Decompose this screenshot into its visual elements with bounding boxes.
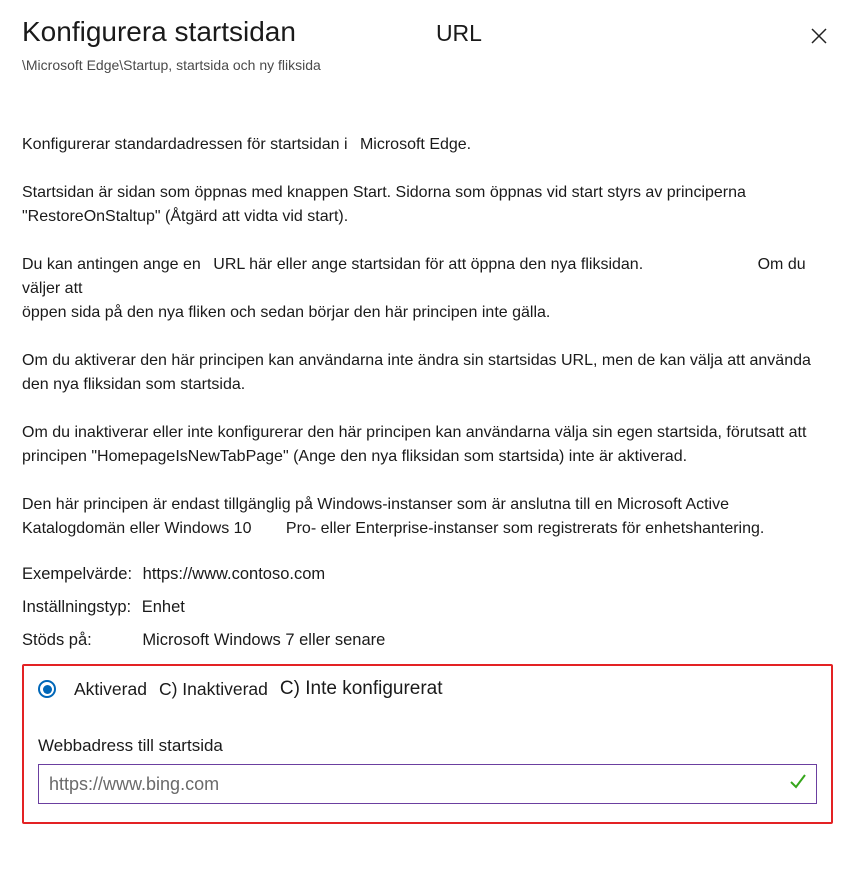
desc-p3a: Du kan antingen ange en: [22, 256, 201, 273]
dialog-title: Konfigurera startsidan: [22, 16, 296, 48]
desc-p2: Startsidan är sidan som öppnas med knapp…: [22, 181, 833, 229]
homepage-url-label: Webbadress till startsida: [38, 736, 817, 756]
option-notconfigured-label[interactable]: C) Inte konfigurerat: [280, 678, 443, 700]
supported-value: Microsoft Windows 7 eller senare: [142, 631, 385, 649]
policy-description: Konfigurerar standardadressen för starts…: [22, 133, 833, 541]
desc-p3b: URL här eller ange startsidan för att öp…: [213, 256, 643, 273]
desc-p1a: Konfigurerar standardadressen för starts…: [22, 136, 348, 153]
supported-label: Stöds på:: [22, 631, 92, 649]
setting-type-label: Inställningstyp:: [22, 598, 131, 616]
close-icon: [811, 28, 827, 48]
option-enabled-label: Aktiverad: [74, 679, 147, 700]
example-row: Exempelvärde: https://www.contoso.com: [22, 565, 833, 584]
config-panel: Aktiverad C) Inaktiverad C) Inte konfigu…: [22, 664, 833, 824]
breadcrumb: \Microsoft Edge\Startup, startsida och n…: [22, 57, 833, 73]
homepage-url-input[interactable]: [38, 764, 817, 804]
setting-type-value: Enhet: [142, 598, 185, 616]
option-disabled-label[interactable]: C) Inaktiverad: [159, 679, 268, 700]
url-heading: URL: [436, 20, 482, 47]
desc-p5: Om du inaktiverar eller inte konfigurera…: [22, 421, 833, 469]
desc-p4: Om du aktiverar den här principen kan an…: [22, 349, 833, 397]
desc-p1b: Microsoft Edge.: [360, 136, 471, 153]
desc-p6b: Pro- eller Enterprise-instanser som regi…: [286, 520, 764, 537]
radio-enabled[interactable]: [38, 680, 56, 698]
close-button[interactable]: [805, 22, 833, 53]
desc-p3d: öppen sida på den nya fliken och sedan b…: [22, 304, 550, 321]
setting-type-row: Inställningstyp: Enhet: [22, 598, 833, 617]
supported-row: Stöds på: Microsoft Windows 7 eller sena…: [22, 631, 833, 650]
example-label: Exempelvärde:: [22, 565, 132, 583]
example-value: https://www.contoso.com: [143, 565, 326, 583]
radio-dot-icon: [43, 685, 52, 694]
